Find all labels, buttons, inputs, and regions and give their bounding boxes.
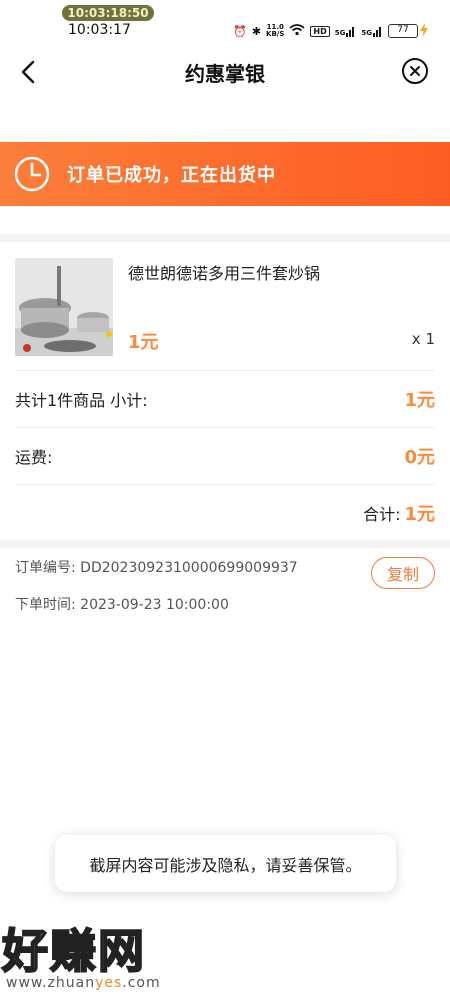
total-value: 1元 [404, 503, 435, 525]
order-time-line: 下单时间: 2023-09-23 10:00:00 [15, 593, 435, 617]
shipping-label: 运费: [15, 447, 53, 467]
total-row: 合计: 1元 [15, 484, 435, 540]
status-icons: ⏰ ✱ 11.0 KB/S HD 5G 5G 77 [233, 22, 418, 40]
signal-1: 5G [335, 25, 357, 37]
charging-bolt-icon [420, 23, 428, 37]
subtotal-row: 共计1件商品 小计: 1元 [15, 370, 435, 426]
close-icon [410, 66, 420, 76]
product-item[interactable]: 德世朗德诺多用三件套炒锅 1元 x 1 [15, 258, 435, 358]
wifi-icon [289, 23, 305, 39]
order-card: 德世朗德诺多用三件套炒锅 1元 x 1 共计1件商品 小计: 1元 运费: 0元… [0, 243, 450, 540]
product-name: 德世朗德诺多用三件套炒锅 [128, 264, 321, 283]
nav-bar: 约惠掌银 [0, 48, 450, 96]
product-price: 1元 [128, 332, 159, 353]
order-time-value: 2023-09-23 10:00:00 [80, 597, 229, 613]
status-time: 10:03:17 [68, 22, 131, 38]
order-number-label: 订单编号: [15, 560, 76, 576]
product-image [15, 258, 113, 356]
signal-2: 5G [361, 25, 383, 37]
divider [0, 234, 450, 242]
page-title: 约惠掌银 [185, 62, 265, 86]
order-time-label: 下单时间: [15, 597, 76, 613]
subtotal-label: 共计1件商品 小计: [15, 390, 148, 410]
clock-icon [13, 155, 51, 193]
watermark-brand: 好赚网 [1, 923, 146, 979]
divider [0, 540, 450, 548]
total-label: 合计: [363, 504, 401, 524]
shipping-row: 运费: 0元 [15, 427, 435, 483]
battery-indicator: 77 [388, 24, 418, 38]
net-speed: 11.0 KB/S [266, 23, 285, 38]
shipping-value: 0元 [404, 446, 435, 468]
bluetooth-icon: ✱ [251, 24, 262, 38]
status-bar: 10:03:18:50 10:03:17 ⏰ ✱ 11.0 KB/S HD 5G… [0, 0, 450, 42]
watermark-url: www.zhuanyes.com [6, 975, 161, 991]
close-button[interactable] [402, 58, 428, 84]
watermark: 好赚网 www.zhuanyes.com [0, 915, 200, 995]
product-quantity: x 1 [411, 330, 435, 348]
alarm-icon: ⏰ [233, 24, 247, 38]
order-status-banner: 订单已成功，正在出货中 [0, 142, 450, 206]
recording-clock: 10:03:18:50 [62, 5, 154, 21]
order-status-text: 订单已成功，正在出货中 [67, 165, 276, 186]
order-info: 订单编号: DD2023092310000699009937 下单时间: 202… [15, 556, 435, 626]
copy-button[interactable]: 复制 [371, 557, 435, 589]
subtotal-value: 1元 [404, 389, 435, 411]
hd-badge: HD [310, 25, 330, 37]
order-number-value: DD2023092310000699009937 [80, 560, 298, 576]
privacy-toast: 截屏内容可能涉及隐私，请妥善保管。 [55, 835, 396, 892]
